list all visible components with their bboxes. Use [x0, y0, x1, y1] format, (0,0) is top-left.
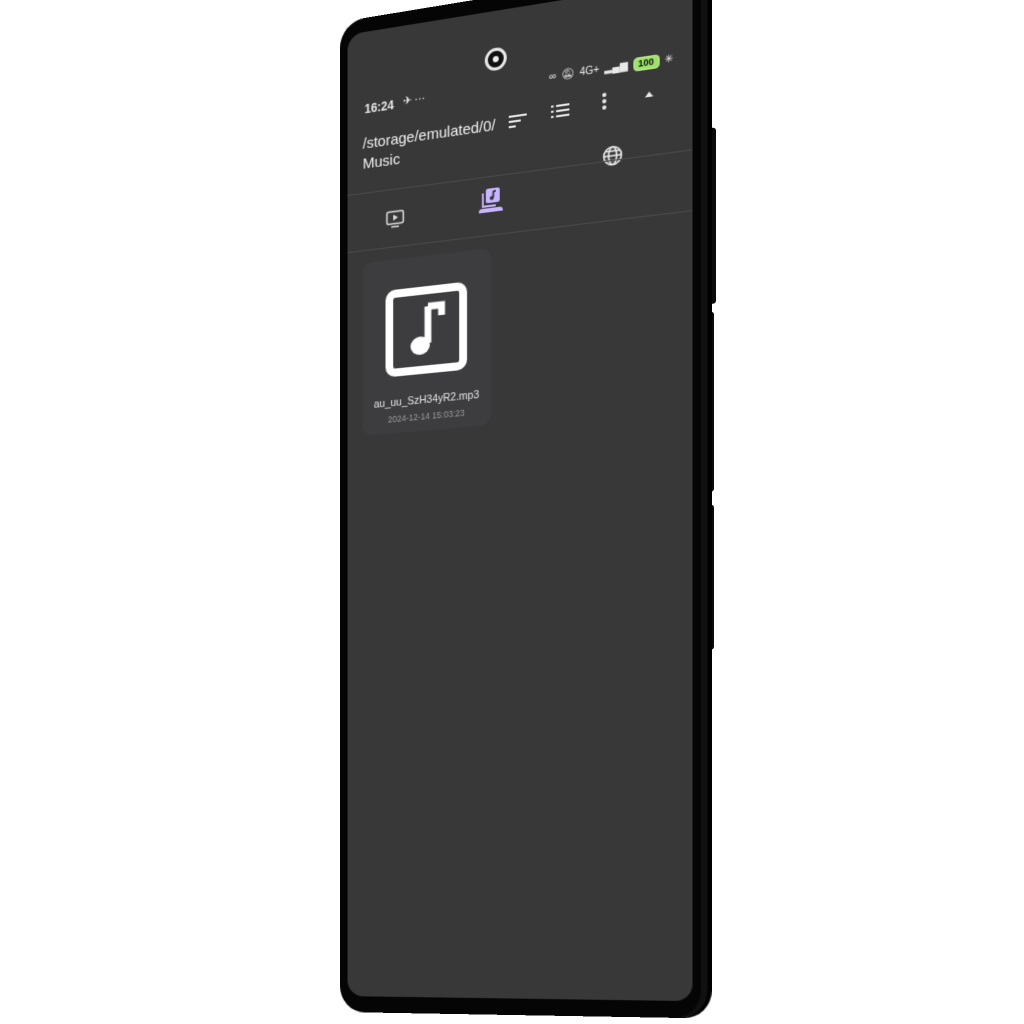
video-icon [386, 209, 405, 230]
chevron-up-icon[interactable] [644, 82, 655, 103]
device-stage: 16:24 ✈ ⋯ ∞ 🔕︎ 4G+ ▂▄▆ 100 ✳ /storage/em… [0, 0, 1024, 1024]
status-time: 16:24 [364, 97, 394, 117]
status-notification-icons: ✈ ⋯ [402, 92, 426, 108]
battery-indicator: 100 [632, 54, 660, 72]
side-button-power [700, 504, 714, 651]
bluetooth-icon: ✳ [664, 53, 674, 67]
list-view-icon[interactable] [551, 101, 570, 123]
file-item[interactable]: au_uu_SzH34yR2.mp3 2024-12-14 15:03:23 [362, 247, 491, 437]
phone-screen: 16:24 ✈ ⋯ ∞ 🔕︎ 4G+ ▂▄▆ 100 ✳ /storage/em… [347, 0, 693, 1002]
tab-music[interactable] [471, 185, 511, 231]
sort-icon[interactable] [508, 111, 527, 133]
music-file-icon [386, 282, 468, 378]
side-button-lower [700, 311, 714, 493]
music-library-icon [481, 186, 500, 209]
side-button-upper [700, 127, 716, 305]
network-type: 4G+ [579, 64, 600, 79]
signal-icon: ▂▄▆ [604, 59, 628, 76]
more-vert-icon[interactable] [601, 91, 607, 114]
tab-video[interactable] [376, 197, 414, 242]
front-camera [484, 46, 507, 73]
mute-icon: 🔕︎ [561, 67, 575, 82]
link-icon: ∞ [549, 70, 557, 84]
phone-frame: 16:24 ✈ ⋯ ∞ 🔕︎ 4G+ ▂▄▆ 100 ✳ /storage/em… [340, 0, 702, 1019]
current-path-title: /storage/emulated/0/ Music [363, 115, 499, 175]
